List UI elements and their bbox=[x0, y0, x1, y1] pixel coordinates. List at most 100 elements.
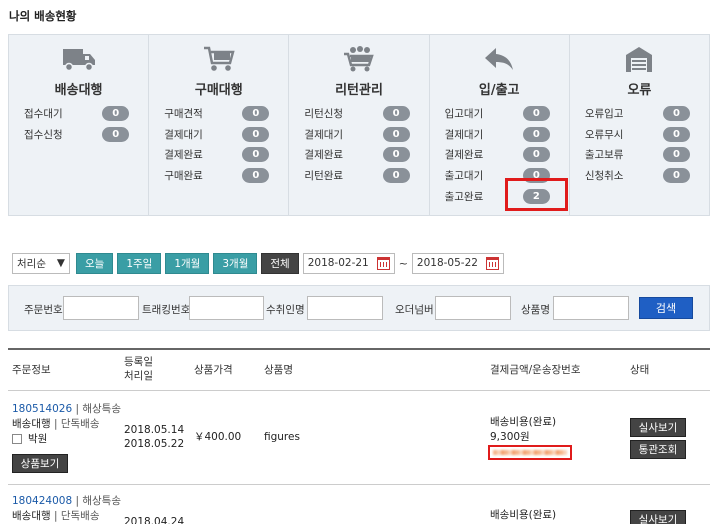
search-button[interactable]: 검색 bbox=[639, 297, 693, 319]
status-row[interactable]: 결제완료 0 bbox=[164, 144, 273, 165]
truck-icon bbox=[62, 49, 95, 72]
status-label: 출고보류 bbox=[584, 149, 624, 162]
col-header-status: 상태 bbox=[630, 364, 650, 376]
status-label: 출고대기 bbox=[444, 169, 484, 182]
date-to-value: 2018-05-22 bbox=[416, 257, 478, 269]
filter-toolbar: 처리순 ▼ 오늘 1주일 1개월 3개월 전체 2018-02-21 ~ 201… bbox=[12, 252, 504, 274]
period-3month-button[interactable]: 3개월 bbox=[213, 252, 258, 274]
recipient-input[interactable] bbox=[307, 296, 383, 320]
order-number-input[interactable] bbox=[435, 296, 511, 320]
sort-select[interactable]: 처리순 ▼ bbox=[12, 252, 70, 274]
status-row[interactable]: 결제대기 0 bbox=[304, 124, 413, 145]
status-row[interactable]: 신청취소 0 bbox=[585, 165, 694, 186]
count-badge[interactable]: 0 bbox=[663, 126, 691, 142]
status-row[interactable]: 접수대기 0 bbox=[24, 103, 133, 124]
count-badge[interactable]: 0 bbox=[242, 126, 270, 142]
customs-check-button[interactable]: 통관조회 bbox=[630, 440, 686, 459]
count-badge[interactable]: 0 bbox=[242, 105, 270, 121]
col-header-order-info: 주문정보 bbox=[12, 364, 51, 376]
order-number-link[interactable]: 180514026 bbox=[12, 403, 72, 415]
col-header-registered: 등록일 bbox=[124, 356, 153, 368]
count-badge[interactable]: 0 bbox=[522, 105, 550, 121]
count-badge[interactable]: 0 bbox=[242, 147, 270, 163]
count-badge[interactable]: 0 bbox=[382, 147, 410, 163]
status-label: 리턴신청 bbox=[304, 107, 344, 120]
count-badge[interactable]: 0 bbox=[663, 167, 691, 183]
count-badge[interactable]: 0 bbox=[102, 105, 130, 121]
count-badge[interactable]: 0 bbox=[382, 126, 410, 142]
status-row[interactable]: 접수신청 0 bbox=[24, 124, 133, 145]
shopping-cart-icon bbox=[203, 46, 235, 71]
count-badge[interactable]: 0 bbox=[382, 105, 410, 121]
status-label: 구매완료 bbox=[164, 169, 203, 182]
count-badge[interactable]: 0 bbox=[663, 105, 691, 121]
period-1month-button[interactable]: 1개월 bbox=[165, 252, 210, 274]
registered-date: 2018.04.24 bbox=[124, 516, 185, 524]
status-row[interactable]: 리턴신청 0 bbox=[304, 103, 413, 124]
period-today-button[interactable]: 오늘 bbox=[76, 252, 114, 274]
product-name-label: 상품명 bbox=[521, 304, 550, 316]
status-row[interactable]: 리턴완료 0 bbox=[304, 165, 413, 186]
date-from-field[interactable]: 2018-02-21 bbox=[302, 252, 395, 274]
order-info: 180514026 | 해상특송 bbox=[12, 402, 121, 417]
tracking-no-input[interactable] bbox=[189, 296, 264, 320]
recipient-row: 박원 bbox=[12, 432, 47, 447]
status-row[interactable]: 오류입고 0 bbox=[585, 103, 694, 124]
order-service-tag: | 해상특송 bbox=[75, 403, 121, 415]
status-row[interactable]: 구매완료 0 bbox=[164, 165, 273, 186]
status-label: 리턴완료 bbox=[304, 169, 344, 182]
status-row[interactable]: 오류무시 0 bbox=[585, 124, 694, 145]
col-header-processed: 처리일 bbox=[124, 370, 153, 382]
count-badge[interactable]: 0 bbox=[663, 147, 691, 163]
order-number-label: 오더넘버 bbox=[395, 304, 434, 316]
order-no-input[interactable] bbox=[63, 296, 139, 320]
period-1week-button[interactable]: 1주일 bbox=[117, 252, 162, 274]
count-badge[interactable]: 0 bbox=[102, 126, 130, 142]
count-badge[interactable]: 0 bbox=[382, 167, 410, 183]
photo-view-button[interactable]: 실사보기 bbox=[630, 510, 686, 524]
product-name-input[interactable] bbox=[553, 296, 629, 320]
status-column-title: 입/출고 bbox=[478, 83, 520, 98]
order-service-tag: | 해상특송 bbox=[75, 495, 121, 507]
shipping-cost-label: 배송비용(완료) bbox=[490, 509, 557, 521]
date-range-separator: ~ bbox=[398, 256, 408, 270]
count-badge[interactable]: 0 bbox=[522, 147, 550, 163]
status-label: 결제대기 bbox=[444, 128, 484, 141]
product-view-button[interactable]: 상품보기 bbox=[12, 454, 68, 473]
status-column-shipping-agency: 배송대행 접수대기 0 접수신청 0 bbox=[9, 35, 150, 215]
page-title: 나의 배송현황 bbox=[9, 9, 77, 23]
col-header-payment: 결제금액/운송장번호 bbox=[490, 364, 581, 376]
photo-view-button[interactable]: 실사보기 bbox=[630, 418, 686, 437]
order-type: 배송대행 | 단독배송 bbox=[12, 509, 100, 524]
header-divider bbox=[8, 390, 710, 391]
product-price: ￥400.00 bbox=[194, 431, 242, 443]
calendar-icon[interactable] bbox=[485, 256, 499, 270]
select-checkbox[interactable] bbox=[12, 434, 22, 444]
date-to-field[interactable]: 2018-05-22 bbox=[411, 252, 504, 274]
status-label: 오류무시 bbox=[584, 128, 624, 141]
processed-date: 2018.05.22 bbox=[124, 438, 185, 450]
warehouse-icon bbox=[626, 47, 653, 72]
table-top-border bbox=[8, 348, 710, 350]
status-row[interactable]: 출고보류 0 bbox=[585, 144, 694, 165]
status-label: 결제대기 bbox=[164, 128, 203, 141]
count-badge[interactable]: 0 bbox=[522, 126, 550, 142]
period-all-button[interactable]: 전체 bbox=[261, 252, 299, 274]
status-row[interactable]: 결제완료 0 bbox=[304, 144, 413, 165]
return-cart-icon bbox=[344, 46, 374, 72]
count-badge[interactable]: 0 bbox=[242, 167, 270, 183]
status-label: 결제대기 bbox=[304, 128, 344, 141]
status-label: 출고완료 bbox=[444, 190, 484, 203]
calendar-icon[interactable] bbox=[376, 256, 390, 270]
status-row[interactable]: 결제완료 0 bbox=[445, 144, 554, 165]
status-column-purchase-agency: 구매대행 구매견적 0 결제대기 0 결제완료 0 구매완료 0 bbox=[149, 35, 290, 215]
status-row[interactable]: 입고대기 0 bbox=[445, 103, 554, 124]
order-number-link[interactable]: 180424008 bbox=[12, 495, 72, 507]
status-label: 결제완료 bbox=[304, 149, 344, 162]
status-label: 접수대기 bbox=[24, 107, 63, 120]
status-label: 결제완료 bbox=[164, 149, 203, 162]
status-row[interactable]: 구매견적 0 bbox=[164, 103, 273, 124]
status-label: 오류입고 bbox=[584, 107, 624, 120]
status-row[interactable]: 결제대기 0 bbox=[164, 124, 273, 145]
status-row[interactable]: 결제대기 0 bbox=[445, 124, 554, 145]
